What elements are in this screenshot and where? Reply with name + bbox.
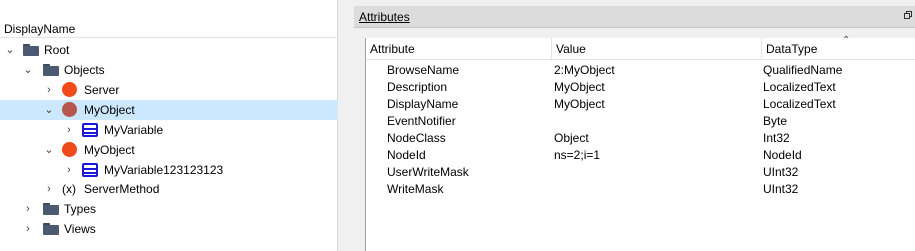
column-header-attribute[interactable]: Attribute <box>366 38 551 60</box>
folder-icon <box>23 44 39 58</box>
attributes-table[interactable]: Attribute Value DataType ⌃ BrowseName 2:… <box>365 35 915 251</box>
attribute-value: 2:MyObject <box>554 63 615 77</box>
tree-node-myobject-selected[interactable]: ⌄ MyObject <box>0 100 338 120</box>
tree-node-label: Types <box>64 202 97 216</box>
object-icon <box>62 102 77 117</box>
restore-window-icon[interactable] <box>904 11 912 19</box>
tree-node-label: MyObject <box>84 103 135 117</box>
table-row[interactable]: NodeId ns=2;i=1 NodeId <box>366 147 915 164</box>
chevron-right-icon[interactable]: › <box>22 199 34 219</box>
table-row[interactable]: BrowseName 2:MyObject QualifiedName <box>366 62 915 79</box>
attributes-panel-title: Attributes <box>359 10 410 24</box>
chevron-right-icon[interactable]: › <box>63 120 75 140</box>
chevron-right-icon[interactable]: › <box>43 179 55 199</box>
chevron-down-icon[interactable]: ⌄ <box>43 140 55 160</box>
tree-node-root[interactable]: ⌄ Root <box>0 40 338 60</box>
table-row[interactable]: WriteMask UInt32 <box>366 181 915 198</box>
attribute-name: WriteMask <box>387 182 444 196</box>
sort-ascending-icon: ⌃ <box>842 35 851 46</box>
attribute-datatype: Int32 <box>763 131 790 145</box>
table-row[interactable]: EventNotifier Byte <box>366 113 915 130</box>
table-row[interactable]: NodeClass Object Int32 <box>366 130 915 147</box>
folder-icon <box>43 64 59 78</box>
tree-node-types[interactable]: › Types <box>0 199 338 219</box>
tree-node-label: Root <box>44 43 70 57</box>
tree-node-myvariable123123123[interactable]: › MyVariable123123123 <box>0 160 338 180</box>
column-header-value[interactable]: Value <box>552 38 761 60</box>
attribute-value: MyObject <box>554 97 605 111</box>
tree-column-header[interactable]: DisplayName <box>4 21 75 37</box>
attribute-name: NodeId <box>387 148 426 162</box>
table-row[interactable]: DisplayName MyObject LocalizedText <box>366 96 915 113</box>
tree-node-myobject-2[interactable]: ⌄ MyObject <box>0 140 338 160</box>
tree-node-myvariable[interactable]: › MyVariable <box>0 120 338 140</box>
attribute-datatype: QualifiedName <box>763 63 843 77</box>
tree-node-label: Views <box>64 222 96 236</box>
attribute-name: NodeClass <box>387 131 446 145</box>
attribute-datatype: UInt32 <box>763 182 799 196</box>
attributes-panel-titlebar: Attributes <box>354 6 915 28</box>
chevron-right-icon[interactable]: › <box>43 80 55 100</box>
column-header-datatype[interactable]: DataType <box>762 38 915 60</box>
attribute-datatype: LocalizedText <box>763 97 836 111</box>
tree-node-label: Objects <box>64 63 105 77</box>
address-space-tree[interactable]: DisplayName ⌄ Root ⌄ Objects › Server ⌄ … <box>0 0 338 251</box>
tree-header-divider <box>0 37 338 38</box>
attribute-datatype: UInt32 <box>763 165 799 179</box>
attribute-name: Description <box>387 80 448 94</box>
tree-node-server[interactable]: › Server <box>0 80 338 100</box>
table-row[interactable]: UserWriteMask UInt32 <box>366 164 915 181</box>
attribute-name: DisplayName <box>387 97 459 111</box>
attribute-name: BrowseName <box>387 63 460 77</box>
chevron-right-icon[interactable]: › <box>22 219 34 239</box>
tree-node-label: MyObject <box>84 143 135 157</box>
tree-node-label: MyVariable <box>104 123 164 137</box>
variable-icon <box>82 163 98 177</box>
attribute-name: EventNotifier <box>387 114 456 128</box>
tree-node-servermethod[interactable]: › (x) ServerMethod <box>0 179 338 199</box>
folder-icon <box>43 223 59 237</box>
method-icon: (x) <box>62 182 76 196</box>
tree-node-label: MyVariable123123123 <box>104 163 224 177</box>
variable-icon <box>82 123 98 137</box>
object-icon <box>62 142 77 157</box>
attributes-table-header: Attribute Value DataType ⌃ <box>366 35 915 60</box>
folder-icon <box>43 203 59 217</box>
attribute-value: MyObject <box>554 80 605 94</box>
chevron-down-icon[interactable]: ⌄ <box>22 60 34 80</box>
attribute-datatype: NodeId <box>763 148 802 162</box>
table-row[interactable]: Description MyObject LocalizedText <box>366 79 915 96</box>
chevron-right-icon[interactable]: › <box>63 160 75 180</box>
chevron-down-icon[interactable]: ⌄ <box>4 40 16 60</box>
attribute-value: Object <box>554 131 589 145</box>
tree-node-objects[interactable]: ⌄ Objects <box>0 60 338 80</box>
attribute-datatype: LocalizedText <box>763 80 836 94</box>
tree-node-views[interactable]: › Views <box>0 219 338 239</box>
tree-node-label: Server <box>84 83 120 97</box>
attribute-datatype: Byte <box>763 114 788 128</box>
chevron-down-icon[interactable]: ⌄ <box>43 100 55 120</box>
object-icon <box>62 82 77 97</box>
attribute-value: ns=2;i=1 <box>554 148 601 162</box>
attribute-name: UserWriteMask <box>387 165 469 179</box>
tree-node-label: ServerMethod <box>84 182 160 196</box>
